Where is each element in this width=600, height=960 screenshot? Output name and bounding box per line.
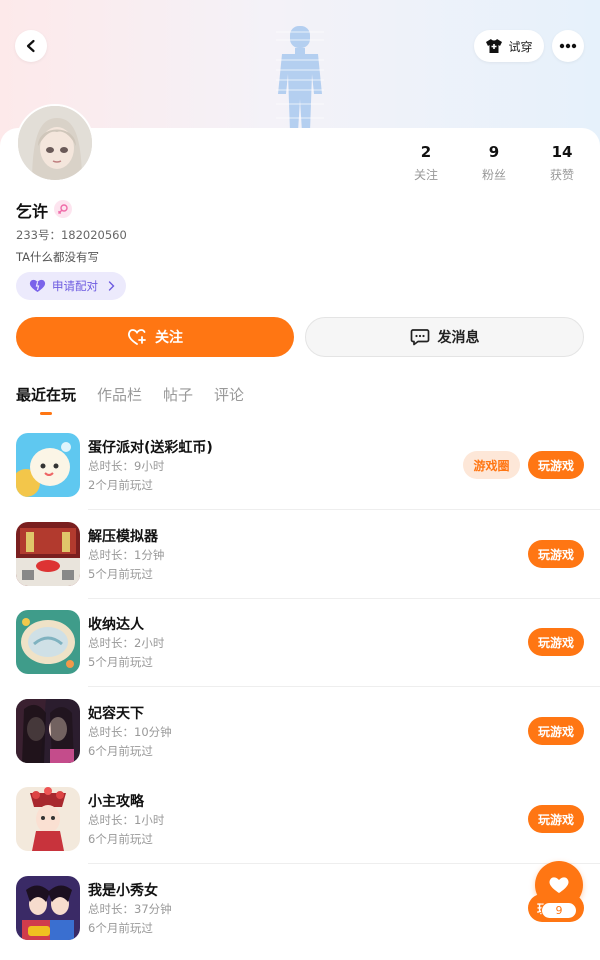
chevron-left-icon bbox=[26, 39, 35, 53]
tab-comments[interactable]: 评论 bbox=[214, 384, 244, 405]
game-name: 解压模拟器 bbox=[88, 529, 158, 545]
divider bbox=[88, 686, 600, 687]
game-last-played: 2个月前玩过 bbox=[88, 478, 153, 492]
game-duration: 总时长：2小时 bbox=[88, 636, 165, 650]
play-game-button[interactable]: 玩游戏 bbox=[528, 540, 584, 568]
game-last-played: 5个月前玩过 bbox=[88, 567, 153, 581]
game-duration: 总时长：9小时 bbox=[88, 459, 165, 473]
tab-posts[interactable]: 帖子 bbox=[163, 384, 193, 405]
list-item[interactable]: 妃容天下 总时长：10分钟 6个月前玩过 玩游戏 bbox=[0, 699, 600, 787]
game-duration: 总时长：1小时 bbox=[88, 813, 165, 827]
game-icon bbox=[16, 522, 80, 586]
play-game-button[interactable]: 玩游戏 bbox=[528, 451, 584, 479]
stat-likes[interactable]: 14 获赞 bbox=[532, 143, 592, 183]
list-item[interactable]: 收纳达人 总时长：2小时 5个月前玩过 玩游戏 bbox=[0, 610, 600, 698]
game-duration: 总时长：10分钟 bbox=[88, 725, 172, 739]
follow-label: 关注 bbox=[155, 330, 183, 346]
game-name: 小主攻略 bbox=[88, 794, 144, 810]
character-model-icon bbox=[276, 26, 324, 132]
list-item[interactable]: 我是小秀女 总时长：37分钟 6个月前玩过 玩 bbox=[0, 876, 600, 960]
tab-works[interactable]: 作品栏 bbox=[97, 384, 142, 405]
user-id: 233号：182020560 bbox=[16, 228, 127, 242]
game-icon bbox=[16, 876, 80, 940]
like-count-badge: 9 bbox=[541, 902, 577, 919]
divider bbox=[88, 509, 600, 510]
list-item[interactable]: 蛋仔派对(送彩虹币) 总时长：9小时 2个月前玩过 游戏圈 玩游戏 bbox=[0, 433, 600, 521]
game-icon bbox=[16, 787, 80, 851]
play-game-button[interactable]: 玩游戏 bbox=[528, 805, 584, 833]
list-item[interactable]: 解压模拟器 总时长：1分钟 5个月前玩过 玩游戏 bbox=[0, 522, 600, 610]
list-item[interactable]: 小主攻略 总时长：1小时 6个月前玩过 玩游戏 bbox=[0, 787, 600, 875]
game-icon bbox=[16, 433, 80, 497]
female-gender-icon bbox=[54, 200, 72, 218]
tab-recently-played[interactable]: 最近在玩 bbox=[16, 384, 76, 405]
stat-followers[interactable]: 9 粉丝 bbox=[464, 143, 524, 183]
profile-tabs: 最近在玩 作品栏 帖子 评论 bbox=[16, 384, 244, 405]
game-name: 我是小秀女 bbox=[88, 883, 158, 899]
stat-likes-label: 获赞 bbox=[549, 168, 574, 182]
stat-following-label: 关注 bbox=[413, 168, 438, 182]
game-icon bbox=[16, 699, 80, 763]
game-name: 蛋仔派对(送彩虹币) bbox=[88, 440, 213, 456]
game-duration: 总时长：37分钟 bbox=[88, 902, 172, 916]
stat-followers-count: 9 bbox=[488, 143, 500, 161]
chat-bubble-icon bbox=[410, 329, 429, 346]
heart-plus-icon bbox=[128, 329, 146, 345]
apply-pair-label: 申请配对 bbox=[52, 279, 98, 293]
game-last-played: 6个月前玩过 bbox=[88, 832, 153, 846]
stat-following[interactable]: 2 关注 bbox=[396, 143, 456, 183]
stat-following-count: 2 bbox=[420, 143, 432, 161]
stat-likes-count: 14 bbox=[551, 143, 573, 161]
chevron-right-icon bbox=[108, 281, 115, 291]
game-name: 妃容天下 bbox=[88, 706, 144, 722]
game-last-played: 6个月前玩过 bbox=[88, 744, 153, 758]
stat-followers-label: 粉丝 bbox=[481, 168, 506, 182]
heart-icon bbox=[29, 279, 46, 292]
play-game-button[interactable]: 玩游戏 bbox=[528, 717, 584, 745]
divider bbox=[88, 863, 600, 864]
try-on-label: 试穿 bbox=[508, 39, 533, 54]
follow-button[interactable]: 关注 bbox=[16, 317, 294, 357]
game-name: 收纳达人 bbox=[88, 617, 144, 633]
send-message-button[interactable]: 发消息 bbox=[305, 317, 584, 357]
heart-icon bbox=[549, 877, 569, 893]
shirt-icon bbox=[486, 39, 503, 53]
more-button[interactable] bbox=[552, 30, 584, 62]
game-circle-button[interactable]: 游戏圈 bbox=[463, 451, 520, 479]
divider bbox=[88, 598, 600, 599]
game-last-played: 6个月前玩过 bbox=[88, 921, 153, 935]
avatar[interactable] bbox=[16, 104, 94, 182]
username: 乞许 bbox=[16, 202, 49, 221]
back-button[interactable] bbox=[15, 30, 47, 62]
game-last-played: 5个月前玩过 bbox=[88, 655, 153, 669]
game-duration: 总时长：1分钟 bbox=[88, 548, 165, 562]
send-message-label: 发消息 bbox=[437, 330, 480, 346]
active-tab-indicator bbox=[40, 412, 52, 415]
user-bio: TA什么都没有写 bbox=[16, 250, 99, 264]
play-game-button[interactable]: 玩游戏 bbox=[528, 628, 584, 656]
more-dots-icon bbox=[559, 43, 577, 49]
game-icon bbox=[16, 610, 80, 674]
try-on-button[interactable]: 试穿 bbox=[474, 30, 544, 62]
apply-pair-button[interactable]: 申请配对 bbox=[16, 272, 126, 300]
